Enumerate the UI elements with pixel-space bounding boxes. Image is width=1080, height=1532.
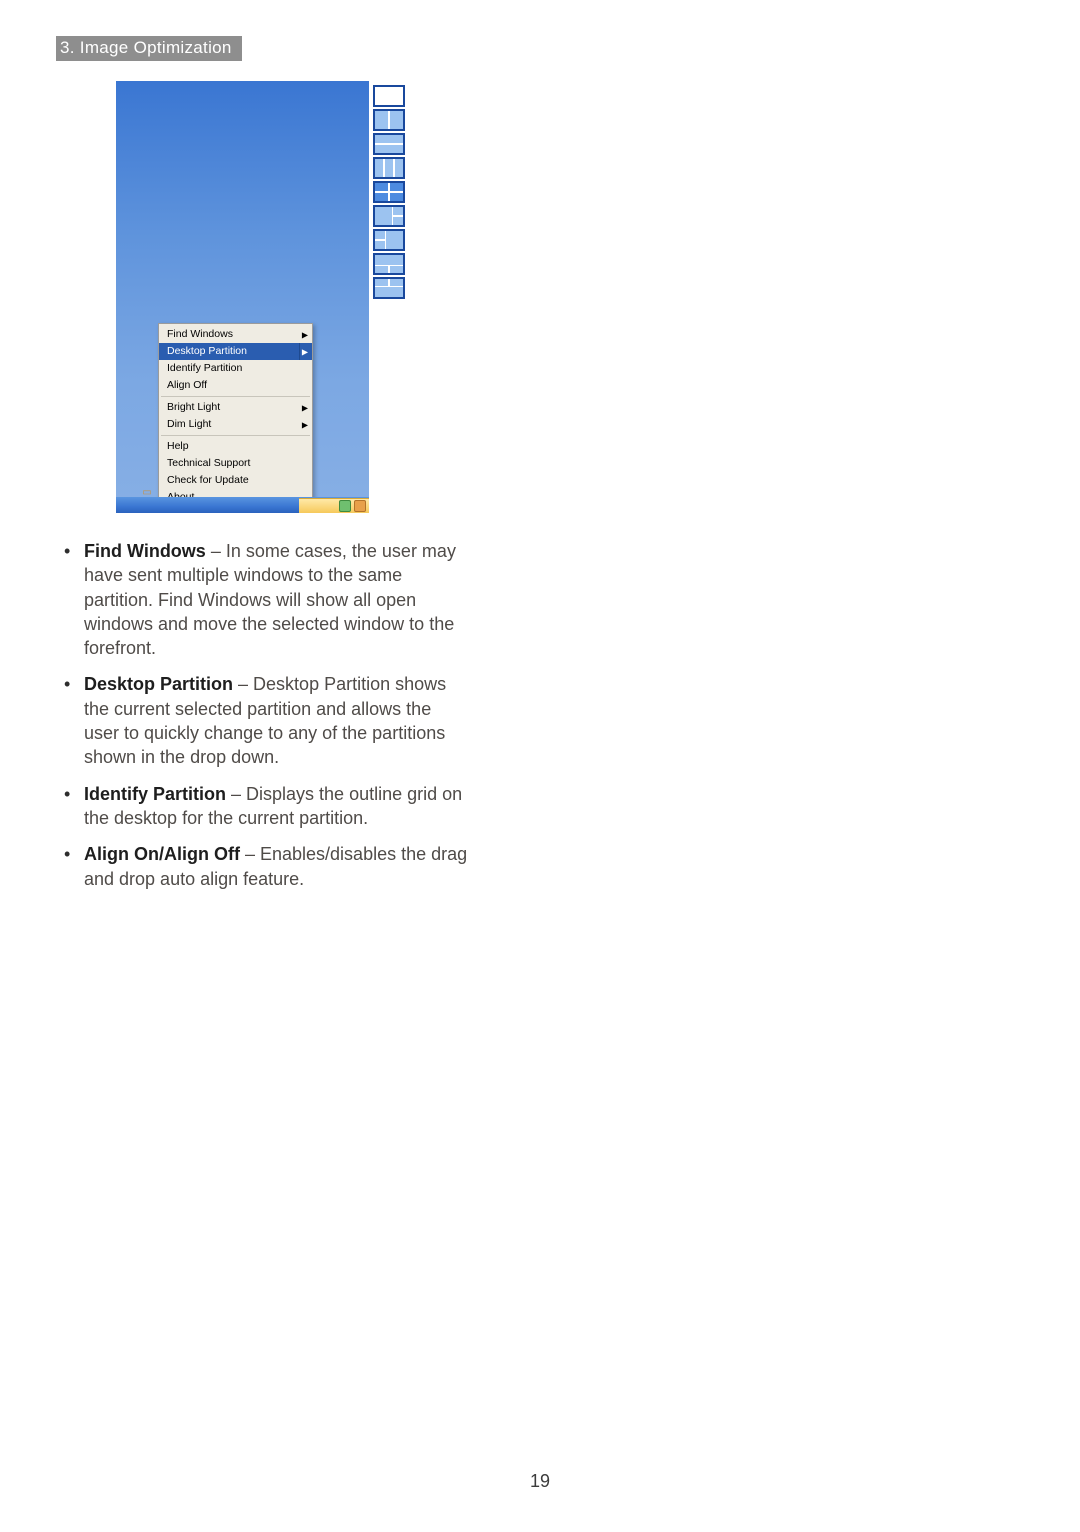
context-menu: Find Windows ▶ Desktop Partition ▶ Identify … <box>158 323 313 513</box>
feature-bullet: Align On/Align Off – Enables/disables th… <box>84 842 471 891</box>
menu-item-label: Dim Light <box>167 418 211 430</box>
partition-icon-right-big-left-split[interactable] <box>373 229 405 251</box>
feature-term: Desktop Partition <box>84 674 233 694</box>
menu-item-label: Find Windows <box>167 328 233 340</box>
menu-item-align-off[interactable]: Align Off <box>159 377 312 394</box>
menu-item-label: Bright Light <box>167 401 220 413</box>
chevron-right-icon: ▶ <box>302 328 308 341</box>
menu-item-label: Align Off <box>167 379 207 391</box>
menu-item-technical-support[interactable]: Technical Support <box>159 455 312 472</box>
partition-icon-strip <box>373 81 405 513</box>
menu-item-desktop-partition[interactable]: Desktop Partition ▶ <box>159 343 312 360</box>
feature-bullet: Identify Partition – Displays the outlin… <box>84 782 471 831</box>
menu-item-label: Desktop Partition <box>167 345 247 357</box>
partition-icon-vertical-split[interactable] <box>373 109 405 131</box>
taskbar-right-segment <box>299 498 369 513</box>
feature-term: Identify Partition <box>84 784 226 804</box>
menu-item-help[interactable]: Help <box>159 438 312 455</box>
partition-icon-top-big-bottom-split[interactable] <box>373 253 405 275</box>
feature-term: Find Windows <box>84 541 206 561</box>
menu-item-label: Identify Partition <box>167 362 242 374</box>
menu-item-identify-partition[interactable]: Identify Partition <box>159 360 312 377</box>
feature-description-list: Find Windows – In some cases, the user m… <box>56 539 471 891</box>
menu-item-label: Check for Update <box>167 474 249 486</box>
chevron-right-icon: ▶ <box>302 418 308 431</box>
menu-item-check-for-update[interactable]: Check for Update <box>159 472 312 489</box>
feature-bullet: Desktop Partition – Desktop Partition sh… <box>84 672 471 769</box>
chevron-right-icon: ▶ <box>302 401 308 414</box>
menu-item-label: Help <box>167 440 189 452</box>
partition-icon-bottom-big-top-split[interactable] <box>373 277 405 299</box>
manual-page: 3. Image Optimization ▭ 🔍 Find Windows▶D… <box>0 0 1080 1532</box>
partition-icon-even-2x2[interactable] <box>373 181 405 203</box>
section-heading: 3. Image Optimization <box>56 36 242 61</box>
page-number: 19 <box>0 1471 1080 1492</box>
menu-item-label: Technical Support <box>167 457 250 469</box>
feature-bullet: Find Windows – In some cases, the user m… <box>84 539 471 660</box>
desktop-screenshot: ▭ 🔍 Find Windows▶Desktop Partition▶Ident… <box>116 81 369 513</box>
chevron-right-icon: ▶ <box>302 345 308 358</box>
partition-icon-full[interactable] <box>373 85 405 107</box>
menu-item-find-windows[interactable]: Find Windows ▶ <box>159 326 312 343</box>
partition-icon-horizontal-split[interactable] <box>373 133 405 155</box>
taskbar <box>116 497 369 513</box>
menu-item-bright-light[interactable]: Bright Light ▶ <box>159 399 312 416</box>
feature-term: Align On/Align Off <box>84 844 240 864</box>
menu-item-dim-light[interactable]: Dim Light ▶ <box>159 416 312 433</box>
partition-icon-left-big-right-split[interactable] <box>373 205 405 227</box>
tray-status-orange-icon <box>354 500 366 512</box>
tray-status-green-icon <box>339 500 351 512</box>
partition-icon-triple-vertical[interactable] <box>373 157 405 179</box>
desktop-partition-figure: ▭ 🔍 Find Windows▶Desktop Partition▶Ident… <box>116 81 416 513</box>
